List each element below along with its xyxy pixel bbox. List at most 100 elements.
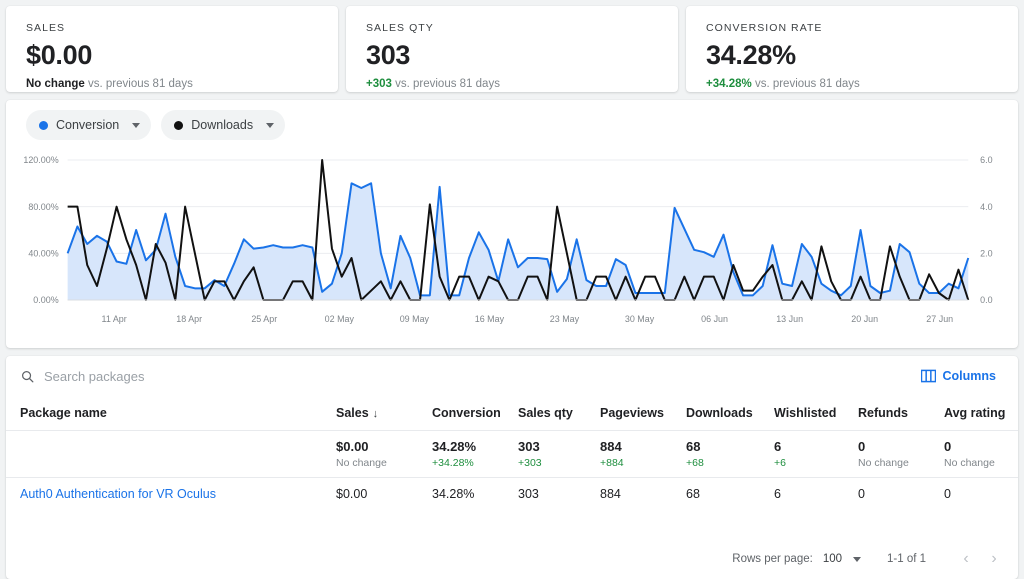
column-header-sales-qty[interactable]: Sales qty — [518, 396, 600, 431]
chart-panel: Conversion Downloads 0.00% 0.0 40.00% 2.0 80… — [6, 100, 1018, 348]
chart-plot-area[interactable]: 0.00% 0.0 40.00% 2.0 80.00% 4.0 120.00% 6.0 11 A… — [6, 150, 1018, 348]
summary-value: 0 — [858, 439, 866, 454]
table-header-row: Package name Sales ↓ Conversion Sales qty… — [6, 396, 1018, 431]
summary-value: 68 — [686, 439, 701, 454]
kpi-value: 303 — [366, 40, 411, 70]
summary-value: 0 — [944, 439, 952, 454]
chart-series-selectors: Conversion Downloads — [6, 100, 1018, 150]
column-header-avg-rating[interactable]: Avg rating — [944, 396, 1018, 431]
kpi-subtext: No change vs. previous 81 days — [26, 78, 318, 90]
table-pagination: Rows per page: 100 1-1 of 1 ‹ › — [6, 539, 1018, 579]
summary-delta: No change — [858, 457, 909, 469]
package-name-link[interactable]: Auth0 Authentication for VR Oculus — [20, 487, 216, 501]
kpi-value: 34.28% — [706, 40, 796, 70]
svg-text:13 Jun: 13 Jun — [776, 314, 803, 324]
columns-button-label: Columns — [942, 369, 996, 383]
series-selector-conversion[interactable]: Conversion — [26, 110, 152, 140]
series-selector-label: Downloads — [191, 118, 254, 132]
svg-text:0.00%: 0.00% — [33, 295, 58, 305]
column-header-wishlisted[interactable]: Wishlisted — [774, 396, 858, 431]
cell-sales-qty: 303 — [518, 487, 539, 501]
summary-cell-refunds: 0 No change — [858, 430, 944, 478]
chevron-down-icon — [132, 122, 141, 128]
column-header-package-name[interactable]: Package name — [6, 396, 336, 431]
columns-icon — [920, 369, 936, 383]
rows-per-page-label: Rows per page: — [732, 553, 813, 565]
kpi-card-sales: SALES $0.00 No change vs. previous 81 da… — [6, 6, 338, 92]
dashboard-page: SALES $0.00 No change vs. previous 81 da… — [0, 0, 1024, 579]
column-header-label: Conversion — [432, 406, 501, 420]
svg-text:27 Jun: 27 Jun — [926, 314, 953, 324]
summary-cell-package-name — [6, 430, 336, 478]
column-header-label: Refunds — [858, 406, 908, 420]
svg-text:4.0: 4.0 — [980, 202, 992, 212]
table-summary-row: $0.00 No change 34.28% +34.28% 303 +303 … — [6, 430, 1018, 478]
table-empty-space — [6, 510, 1018, 539]
kpi-comparison: vs. previous 81 days — [88, 78, 193, 90]
kpi-subtext: +303 vs. previous 81 days — [366, 78, 658, 90]
column-header-pageviews[interactable]: Pageviews — [600, 396, 686, 431]
svg-text:20 Jun: 20 Jun — [851, 314, 878, 324]
chevron-down-icon — [266, 122, 275, 128]
svg-text:80.00%: 80.00% — [28, 202, 58, 212]
search-box[interactable] — [20, 368, 905, 384]
cell-avg-rating: 0 — [944, 487, 951, 501]
series-selector-downloads[interactable]: Downloads — [161, 110, 286, 140]
column-header-refunds[interactable]: Refunds — [858, 396, 944, 431]
svg-text:23 May: 23 May — [550, 314, 580, 324]
kpi-delta: +34.28% — [706, 78, 752, 90]
next-page-button[interactable]: › — [980, 545, 1008, 573]
summary-delta: +34.28% — [432, 457, 474, 469]
svg-text:02 May: 02 May — [325, 314, 355, 324]
chevron-down-icon — [853, 556, 861, 562]
svg-text:18 Apr: 18 Apr — [176, 314, 202, 324]
svg-text:11 Apr: 11 Apr — [102, 314, 127, 324]
column-header-sales[interactable]: Sales ↓ — [336, 396, 432, 431]
svg-text:0.0: 0.0 — [980, 295, 992, 305]
svg-text:06 Jun: 06 Jun — [701, 314, 728, 324]
summary-cell-sales-qty: 303 +303 — [518, 430, 600, 478]
svg-text:30 May: 30 May — [625, 314, 655, 324]
column-header-label: Pageviews — [600, 406, 664, 420]
column-header-downloads[interactable]: Downloads — [686, 396, 774, 431]
search-input[interactable] — [44, 368, 304, 384]
sort-desc-icon: ↓ — [372, 408, 379, 420]
table-row[interactable]: Auth0 Authentication for VR Oculus $0.00… — [6, 478, 1018, 511]
kpi-delta: No change — [26, 78, 85, 90]
kpi-delta: +303 — [366, 78, 392, 90]
kpi-comparison: vs. previous 81 days — [754, 78, 860, 90]
kpi-card-row: SALES $0.00 No change vs. previous 81 da… — [6, 6, 1018, 92]
column-header-label: Package name — [20, 406, 107, 420]
pagination-range-label: 1-1 of 1 — [887, 553, 926, 565]
summary-cell-avg-rating: 0 No change — [944, 430, 1018, 478]
summary-cell-wishlisted: 6 +6 — [774, 430, 858, 478]
summary-value: 884 — [600, 439, 622, 454]
summary-delta: +303 — [518, 457, 542, 469]
series-selector-label: Conversion — [56, 118, 120, 132]
previous-page-button[interactable]: ‹ — [952, 545, 980, 573]
cell-package-name: Auth0 Authentication for VR Oculus — [6, 478, 336, 511]
column-header-label: Sales qty — [518, 406, 573, 420]
table-head: Package name Sales ↓ Conversion Sales qty… — [6, 396, 1018, 431]
kpi-card-sales-qty: SALES QTY 303 +303 vs. previous 81 days — [346, 6, 678, 92]
columns-button[interactable]: Columns — [913, 363, 1004, 389]
svg-text:120.00%: 120.00% — [23, 155, 58, 165]
column-header-label: Avg rating — [944, 406, 1006, 420]
packages-table-panel: Columns Package name Sales↓ Conversion S… — [6, 356, 1018, 579]
rows-per-page-select[interactable]: 100 — [821, 549, 863, 569]
kpi-card-conversion-rate: CONVERSION RATE 34.28% +34.28% vs. previ… — [686, 6, 1018, 92]
table-toolbar: Columns — [6, 356, 1018, 396]
svg-text:25 Apr: 25 Apr — [251, 314, 277, 324]
kpi-comparison: vs. previous 81 days — [395, 78, 500, 90]
svg-text:16 May: 16 May — [475, 314, 505, 324]
kpi-value: $0.00 — [26, 40, 93, 70]
cell-wishlisted: 6 — [774, 487, 781, 501]
summary-delta: +6 — [774, 457, 786, 469]
summary-delta: No change — [944, 457, 995, 469]
cell-sales: $0.00 — [336, 487, 368, 501]
svg-text:09 May: 09 May — [400, 314, 430, 324]
column-header-conversion[interactable]: Conversion — [432, 396, 518, 431]
cell-downloads: 68 — [686, 487, 700, 501]
summary-value: 303 — [518, 439, 540, 454]
rows-per-page-value: 100 — [822, 553, 842, 565]
